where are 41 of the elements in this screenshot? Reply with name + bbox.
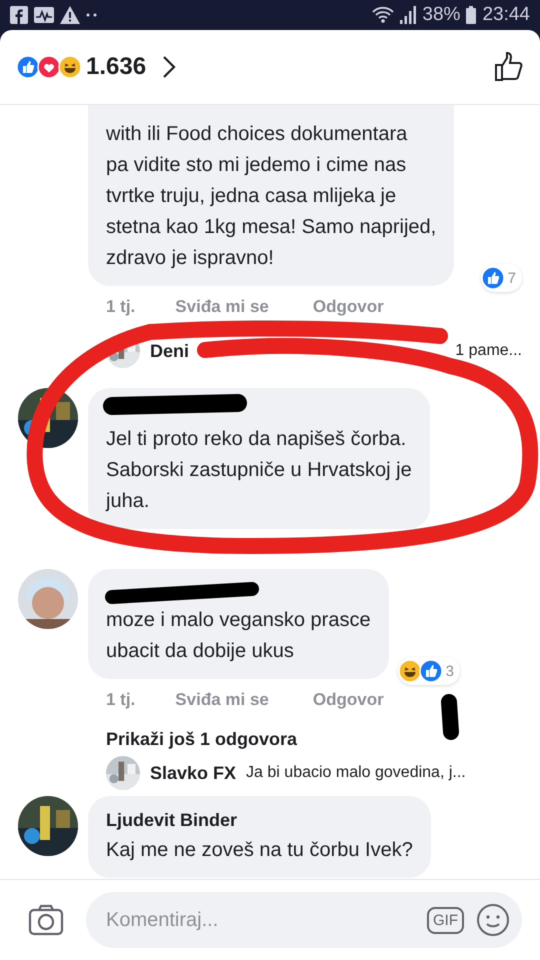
comment-time: 1 tj.	[106, 690, 136, 710]
reply-author[interactable]: Slavko FX	[150, 762, 236, 784]
comment-text: Kaj me ne zoveš na tu čorbu Ivek?	[106, 838, 413, 863]
battery-percentage: 38%	[422, 4, 460, 26]
reaction-summary[interactable]: 7	[480, 264, 522, 292]
redaction-mark	[441, 694, 459, 740]
like-link[interactable]: Sviđa mi se	[175, 297, 269, 317]
clock-time: 23:44	[482, 4, 530, 26]
heart-reaction-icon	[37, 55, 61, 79]
reply-link[interactable]: Odgovor	[312, 690, 384, 710]
commenter-name[interactable]: Ljudevit Binder	[106, 810, 413, 831]
comment-input-field[interactable]: Komentiraj... GIF	[86, 892, 522, 948]
like-reaction-icon	[418, 659, 443, 683]
chevron-right-icon[interactable]	[162, 55, 176, 79]
reply-link[interactable]: Odgovor	[312, 297, 384, 317]
app-notification-icon	[10, 6, 28, 24]
signal-icon	[400, 6, 416, 24]
battery-icon	[466, 6, 476, 24]
reaction-summary[interactable]: 3	[398, 657, 460, 685]
laughing-reaction-icon	[398, 659, 422, 683]
reaction-count[interactable]: 1.636	[86, 53, 146, 81]
comment-text: moze i malo vegansko prasce ubacit da dobije ukus	[106, 608, 371, 664]
activity-icon	[34, 7, 54, 23]
comment-text: with ili Food choices dokumentara pa vidite sto mi jedemo i cime nas tvrtke truju, jedna casa mlijeka je stetna kao 1kg mesa! Samo naprijed, zdravo je ispravno!	[106, 122, 436, 271]
thumbs-up-icon[interactable]	[494, 52, 524, 82]
reply-author[interactable]: Deni	[150, 340, 190, 362]
more-notifications-icon	[86, 13, 98, 17]
camera-icon[interactable]	[28, 904, 64, 936]
like-link[interactable]: Sviđa mi se	[175, 690, 269, 710]
emoji-icon[interactable]	[476, 903, 510, 937]
comment-time: 1 tj.	[106, 297, 136, 317]
laughing-reaction-icon	[58, 55, 82, 79]
like-reaction-icon	[480, 266, 505, 290]
wifi-icon	[372, 6, 394, 24]
comment-text: Jel ti proto reko da napišeš čorba. Saborski zastupniče u Hrvatskoj je juha.	[106, 427, 412, 514]
reply-snippet[interactable]: 1 pame...	[455, 342, 522, 360]
gif-button[interactable]: GIF	[427, 906, 464, 934]
warning-icon	[60, 6, 80, 24]
more-replies-link[interactable]: Prikaži još 1 odgovora	[0, 723, 540, 756]
reply-snippet[interactable]: Ja bi ubacio malo govedina, j...	[246, 764, 466, 782]
like-reaction-icon	[16, 55, 40, 79]
